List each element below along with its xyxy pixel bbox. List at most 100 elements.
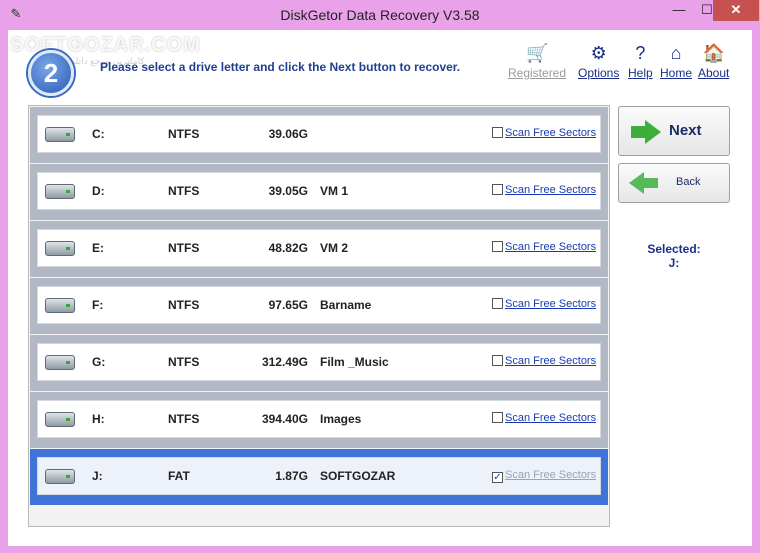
- drive-size: 39.06G: [268, 127, 308, 141]
- drive-card[interactable]: G: NTFS 312.49G Film _Music Scan Free Sector…: [37, 343, 601, 381]
- scan-free-sectors-link[interactable]: Scan Free Sectors: [505, 298, 596, 310]
- drive-size: 39.05G: [268, 184, 308, 198]
- hard-disk-icon: [45, 184, 75, 199]
- help-tool[interactable]: ? Help: [628, 42, 653, 80]
- scan-free-sectors-link[interactable]: Scan Free Sectors: [505, 184, 596, 196]
- drive-label: VM 2: [320, 241, 349, 255]
- scan-free-sectors-checkbox[interactable]: [492, 412, 503, 423]
- drive-label: Images: [320, 412, 362, 426]
- drive-letter: C:: [92, 127, 105, 141]
- selected-value: J:: [668, 256, 680, 270]
- drive-row[interactable]: H: NTFS 394.40G Images Scan Free Sectors: [30, 392, 608, 448]
- scan-free-sectors-option[interactable]: Scan Free Sectors: [492, 355, 596, 367]
- back-button[interactable]: Back: [618, 163, 730, 203]
- drive-filesystem: NTFS: [168, 184, 200, 198]
- home-tool[interactable]: ⌂ Home: [660, 42, 692, 80]
- drive-card[interactable]: H: NTFS 394.40G Images Scan Free Sectors: [37, 400, 601, 438]
- window-title: DiskGetor Data Recovery V3.58: [280, 7, 480, 23]
- drive-size: 1.87G: [275, 469, 308, 483]
- drive-letter: D:: [92, 184, 105, 198]
- minimize-button[interactable]: —: [665, 0, 693, 21]
- selected-label: Selected:: [647, 242, 701, 256]
- close-button[interactable]: ✕: [713, 0, 759, 21]
- drive-row[interactable]: J: FAT 1.87G SOFTGOZAR ✓ Scan Free Sectors: [30, 449, 608, 505]
- hard-disk-icon: [45, 412, 75, 427]
- scan-free-sectors-option[interactable]: Scan Free Sectors: [492, 412, 596, 424]
- drive-card[interactable]: E: NTFS 48.82G VM 2 Scan Free Sectors: [37, 229, 601, 267]
- house-icon: 🏠: [702, 43, 726, 63]
- scan-free-sectors-link[interactable]: Scan Free Sectors: [505, 412, 596, 424]
- scan-free-sectors-checkbox[interactable]: [492, 298, 503, 309]
- cart-icon: 🛒: [526, 43, 549, 63]
- scan-free-sectors-checkbox[interactable]: [492, 184, 503, 195]
- registered-tool[interactable]: 🛒 Registered: [508, 42, 566, 80]
- drive-filesystem: FAT: [168, 469, 190, 483]
- hard-disk-icon: [45, 469, 75, 484]
- drive-label: Barname: [320, 298, 372, 312]
- drive-list: C: NTFS 39.06G Scan Free Sectors D: NTFS 39.05…: [28, 105, 610, 527]
- scan-free-sectors-link[interactable]: Scan Free Sectors: [505, 241, 596, 253]
- drive-letter: G:: [92, 355, 106, 369]
- drive-row[interactable]: C: NTFS 39.06G Scan Free Sectors: [30, 107, 608, 163]
- drive-size: 394.40G: [261, 412, 308, 426]
- drive-row[interactable]: G: NTFS 312.49G Film _Music Scan Free Sector…: [30, 335, 608, 391]
- selected-drive-info: Selected: J:: [618, 242, 730, 270]
- help-label: Help: [628, 66, 653, 80]
- hard-disk-icon: [45, 298, 75, 313]
- hard-disk-icon: [45, 127, 75, 142]
- drive-filesystem: NTFS: [168, 127, 200, 141]
- drive-label: VM 1: [320, 184, 349, 198]
- scan-free-sectors-link[interactable]: Scan Free Sectors: [505, 469, 596, 481]
- drive-letter: H:: [92, 412, 105, 426]
- drive-letter: F:: [92, 298, 104, 312]
- drive-card[interactable]: J: FAT 1.87G SOFTGOZAR ✓ Scan Free Sectors: [37, 457, 601, 495]
- title-bar[interactable]: ✎ DiskGetor Data Recovery V3.58 — ☐ ✕: [0, 0, 760, 30]
- gear-icon: ⚙: [590, 43, 607, 63]
- main-panel: SOFTGOZAR.COM کاملترین مرجع دانلود فارسی…: [8, 30, 752, 546]
- arrow-right-icon: [631, 120, 661, 144]
- scan-free-sectors-option[interactable]: Scan Free Sectors: [492, 241, 596, 253]
- scan-free-sectors-option[interactable]: Scan Free Sectors: [492, 184, 596, 196]
- arrow-left-icon: [629, 172, 658, 194]
- scan-free-sectors-checkbox[interactable]: [492, 241, 503, 252]
- drive-letter: J:: [92, 469, 103, 483]
- step-number-badge: 2: [28, 50, 74, 96]
- drive-label: SOFTGOZAR: [320, 469, 396, 483]
- instruction-text: Please select a drive letter and click t…: [100, 60, 461, 74]
- next-button[interactable]: Next: [618, 106, 730, 156]
- about-tool[interactable]: 🏠 About: [698, 42, 729, 80]
- drive-filesystem: NTFS: [168, 298, 200, 312]
- drive-letter: E:: [92, 241, 104, 255]
- scan-free-sectors-checkbox[interactable]: ✓: [492, 472, 503, 483]
- drive-card[interactable]: D: NTFS 39.05G VM 1 Scan Free Sectors: [37, 172, 601, 210]
- hard-disk-icon: [45, 241, 75, 256]
- drive-label: Film _Music: [320, 355, 389, 369]
- drive-card[interactable]: C: NTFS 39.06G Scan Free Sectors: [37, 115, 601, 153]
- home-label: Home: [660, 66, 693, 80]
- next-button-label: Next: [669, 122, 702, 139]
- back-button-label: Back: [676, 176, 701, 188]
- drive-row[interactable]: D: NTFS 39.05G VM 1 Scan Free Sectors: [30, 164, 608, 220]
- drive-filesystem: NTFS: [168, 241, 200, 255]
- scan-free-sectors-link[interactable]: Scan Free Sectors: [505, 355, 596, 367]
- app-window: ✎ DiskGetor Data Recovery V3.58 — ☐ ✕ SO…: [0, 0, 760, 553]
- registered-label: Registered: [508, 66, 567, 80]
- drive-size: 312.49G: [261, 355, 308, 369]
- scan-free-sectors-option[interactable]: ✓ Scan Free Sectors: [492, 469, 596, 483]
- scan-free-sectors-checkbox[interactable]: [492, 355, 503, 366]
- drive-filesystem: NTFS: [168, 412, 200, 426]
- about-label: About: [698, 66, 730, 80]
- drive-size: 48.82G: [268, 241, 308, 255]
- scan-free-sectors-link[interactable]: Scan Free Sectors: [505, 127, 596, 139]
- scan-free-sectors-option[interactable]: Scan Free Sectors: [492, 298, 596, 310]
- scan-free-sectors-option[interactable]: Scan Free Sectors: [492, 127, 596, 139]
- drive-card[interactable]: F: NTFS 97.65G Barname Scan Free Sectors: [37, 286, 601, 324]
- options-tool[interactable]: ⚙ Options: [578, 42, 619, 80]
- drive-row[interactable]: E: NTFS 48.82G VM 2 Scan Free Sectors: [30, 221, 608, 277]
- home-circle-icon: ⌂: [670, 43, 682, 63]
- drive-row[interactable]: F: NTFS 97.65G Barname Scan Free Sectors: [30, 278, 608, 334]
- scan-free-sectors-checkbox[interactable]: [492, 127, 503, 138]
- options-label: Options: [578, 66, 620, 80]
- help-icon: ?: [635, 43, 646, 63]
- hard-disk-icon: [45, 355, 75, 370]
